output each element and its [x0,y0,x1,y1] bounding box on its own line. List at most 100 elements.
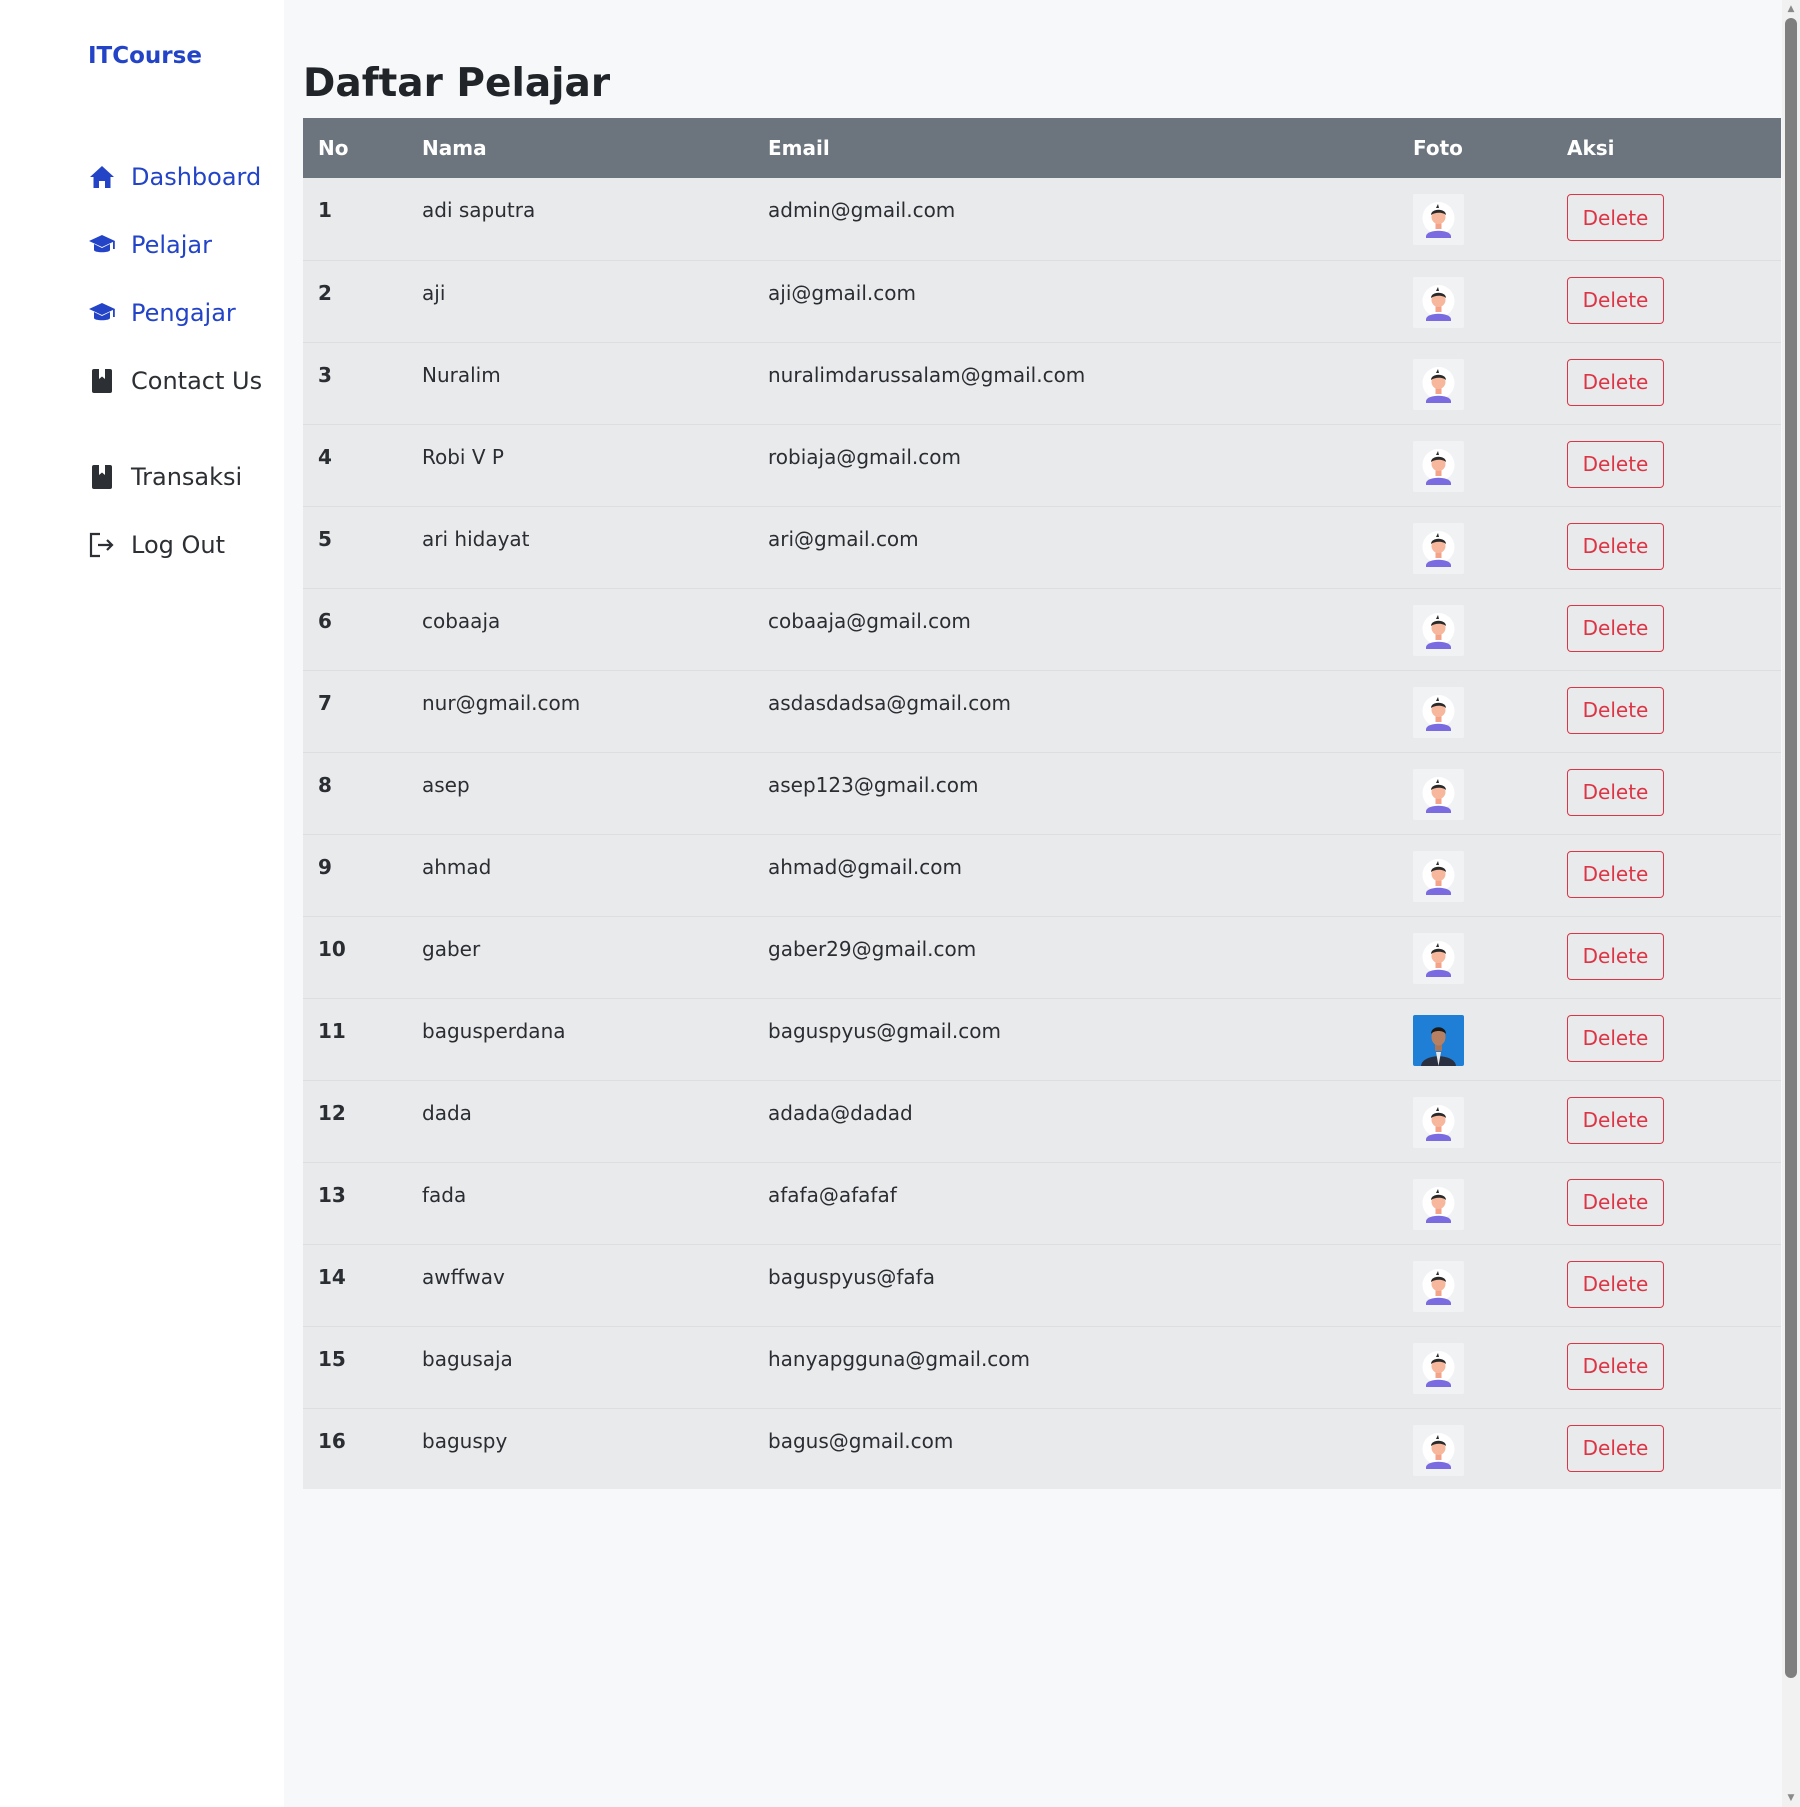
cell-aksi: Delete [1552,998,1781,1080]
avatar-placeholder-icon [1413,440,1464,492]
cell-email: bagus@gmail.com [768,1428,954,1453]
table-row: 16 baguspy bagus@gmail.com Delete [303,1408,1781,1489]
cell-email: ahmad@gmail.com [768,854,962,879]
cell-aksi: Delete [1552,342,1781,424]
sidebar-item-contact-us[interactable]: Contact Us [88,364,284,398]
app-root: ITCourse Dashboard Pelajar Pengajar Cont… [0,0,1800,1807]
table-body: 1 adi saputra admin@gmail.com Delete 2 aji aji… [303,178,1781,1489]
avatar-placeholder-icon [1413,522,1464,574]
cell-nama: bagusperdana [422,1018,566,1043]
students-table: No Nama Email Foto Aksi 1 adi saputra admi… [303,118,1781,1489]
delete-button[interactable]: Delete [1567,276,1664,324]
cell-email: asep123@gmail.com [768,772,979,797]
table-row: 2 aji aji@gmail.com Delete [303,260,1781,342]
sidebar-item-label: Contact Us [131,367,263,395]
table-header-row: No Nama Email Foto Aksi [303,118,1781,178]
cell-no: 12 [318,1100,346,1125]
cell-foto [1398,1162,1552,1244]
delete-button[interactable]: Delete [1567,1424,1664,1472]
table-row: 7 nur@gmail.com asdasdadsa@gmail.com Delete [303,670,1781,752]
delete-button[interactable]: Delete [1567,850,1664,898]
cell-aksi: Delete [1552,1326,1781,1408]
cell-nama: adi saputra [422,198,536,222]
cell-foto [1398,506,1552,588]
avatar-placeholder-icon [1413,1342,1464,1394]
cell-email: robiaja@gmail.com [768,444,961,469]
avatar-placeholder-icon [1413,1096,1464,1148]
cell-foto [1398,260,1552,342]
cell-nama: fada [422,1182,467,1207]
sidebar-item-pelajar[interactable]: Pelajar [88,228,284,262]
table-row: 1 adi saputra admin@gmail.com Delete [303,178,1781,260]
sidebar-item-label: Pelajar [131,231,212,259]
sidebar-nav: Dashboard Pelajar Pengajar Contact Us Tr… [88,160,284,562]
cell-email: nuralimdarussalam@gmail.com [768,362,1086,387]
cell-no: 13 [318,1182,346,1207]
avatar-placeholder-icon [1413,768,1464,820]
delete-button[interactable]: Delete [1567,522,1664,570]
delete-button[interactable]: Delete [1567,686,1664,734]
delete-button[interactable]: Delete [1567,1342,1664,1390]
home-icon [88,163,116,191]
cell-email: adada@dadad [768,1100,913,1125]
cell-nama: gaber [422,936,481,961]
brand-logo[interactable]: ITCourse [88,0,284,98]
cell-email: asdasdadsa@gmail.com [768,690,1011,715]
cell-nama: bagusaja [422,1346,513,1371]
delete-button[interactable]: Delete [1567,1014,1664,1062]
delete-button[interactable]: Delete [1567,1178,1664,1226]
graduation-cap-icon [88,231,116,259]
delete-button[interactable]: Delete [1567,358,1664,406]
cell-no: 10 [318,936,346,961]
table-row: 11 bagusperdana baguspyus@gmail.com Delete [303,998,1781,1080]
cell-aksi: Delete [1552,1408,1781,1489]
avatar-placeholder-icon [1413,686,1464,738]
column-header-aksi: Aksi [1567,136,1615,160]
cell-no: 9 [318,854,332,879]
cell-nama: ari hidayat [422,526,530,551]
column-header-nama: Nama [422,136,487,160]
scroll-down-arrow-icon[interactable]: ▼ [1782,1789,1800,1807]
sidebar-item-transaksi[interactable]: Transaksi [88,460,284,494]
avatar-placeholder-icon [1413,1178,1464,1230]
table-row: 15 bagusaja hanyapgguna@gmail.com Delete [303,1326,1781,1408]
sidebar: ITCourse Dashboard Pelajar Pengajar Cont… [0,0,284,1807]
cell-aksi: Delete [1552,1080,1781,1162]
graduation-cap-icon [88,299,116,327]
cell-nama: nur@gmail.com [422,690,581,715]
cell-foto [1398,1244,1552,1326]
user-photo [1413,1014,1464,1066]
cell-nama: baguspy [422,1428,508,1453]
table-row: 5 ari hidayat ari@gmail.com Delete [303,506,1781,588]
logout-icon [88,531,116,559]
scroll-up-arrow-icon[interactable]: ▲ [1782,0,1800,18]
delete-button[interactable]: Delete [1567,1260,1664,1308]
delete-button[interactable]: Delete [1567,932,1664,980]
cell-aksi: Delete [1552,670,1781,752]
column-header-no: No [318,136,349,160]
cell-aksi: Delete [1552,588,1781,670]
delete-button[interactable]: Delete [1567,1096,1664,1144]
vertical-scrollbar[interactable]: ▲ ▼ [1782,0,1800,1807]
cell-nama: Robi V P [422,444,504,469]
sidebar-item-pengajar[interactable]: Pengajar [88,296,284,330]
scrollbar-thumb[interactable] [1785,18,1797,1678]
cell-no: 1 [318,198,332,222]
page-title: Daftar Pelajar [303,61,611,106]
delete-button[interactable]: Delete [1567,440,1664,488]
sidebar-item-log-out[interactable]: Log Out [88,528,284,562]
cell-no: 3 [318,362,332,387]
cell-aksi: Delete [1552,506,1781,588]
cell-aksi: Delete [1552,1244,1781,1326]
cell-foto [1398,424,1552,506]
avatar-placeholder-icon [1413,1424,1464,1476]
delete-button[interactable]: Delete [1567,768,1664,816]
sidebar-item-dashboard[interactable]: Dashboard [88,160,284,194]
delete-button[interactable]: Delete [1567,194,1664,241]
book-icon [88,367,116,395]
delete-button[interactable]: Delete [1567,604,1664,652]
cell-email: ari@gmail.com [768,526,919,551]
avatar-placeholder-icon [1413,604,1464,656]
table-row: 14 awffwav baguspyus@fafa Delete [303,1244,1781,1326]
cell-email: baguspyus@fafa [768,1264,935,1289]
